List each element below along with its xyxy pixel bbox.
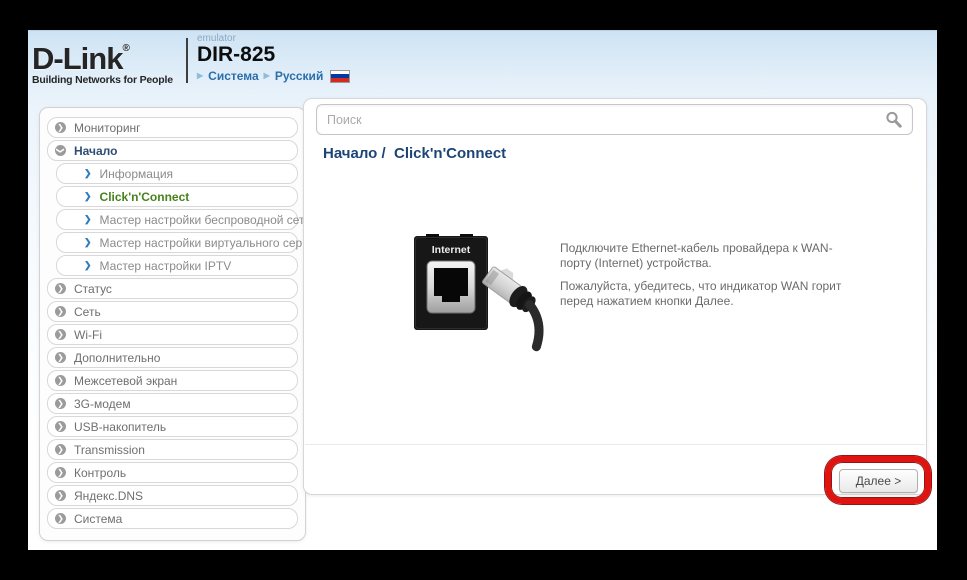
chevron-right-icon: ❯ xyxy=(55,490,66,501)
device-model: DIR-825 xyxy=(197,44,350,66)
chevron-right-icon: ❯ xyxy=(55,421,66,432)
chevron-right-icon: ❯ xyxy=(55,306,66,317)
chevron-right-icon: ❯ xyxy=(55,467,66,478)
sidebar-item-label: 3G-модем xyxy=(74,397,131,411)
sidebar-item-label: Transmission xyxy=(74,443,145,457)
next-button[interactable]: Далее > xyxy=(839,469,918,493)
instruction-paragraph: Подключите Ethernet-кабель провайдера к … xyxy=(560,241,850,271)
instruction-text: Подключите Ethernet-кабель провайдера к … xyxy=(560,241,850,317)
sidebar-item-label: Мастер настройки беспроводной сети xyxy=(100,213,312,227)
header: D-Link® Building Networks for People emu… xyxy=(28,31,937,89)
sidebar-item-label: Яндекс.DNS xyxy=(74,489,143,503)
router-admin-page: D-Link® Building Networks for People emu… xyxy=(28,30,937,550)
sidebar-item-1[interactable]: ❯ Начало xyxy=(47,140,298,161)
sidebar-item-label: Межсетевой экран xyxy=(74,374,177,388)
chevron-right-icon: ❯ xyxy=(55,283,66,294)
sidebar-item-8[interactable]: ❯ Сеть xyxy=(47,301,298,322)
sidebar-item-9[interactable]: ❯ Wi-Fi xyxy=(47,324,298,345)
breadcrumb-arrow-icon: ▶ xyxy=(197,71,203,81)
screen: D-Link® Building Networks for People emu… xyxy=(0,0,967,580)
sidebar-item-7[interactable]: ❯ Статус xyxy=(47,278,298,299)
sidebar-item-5[interactable]: ❯Мастер настройки виртуального сервера xyxy=(56,232,298,253)
sidebar-item-label: Мастер настройки виртуального сервера xyxy=(100,236,329,250)
sidebar-item-16[interactable]: ❯ Яндекс.DNS xyxy=(47,485,298,506)
registered-mark: ® xyxy=(122,43,129,54)
dlink-logo-text: D-Link® xyxy=(32,34,182,74)
port-label: Internet xyxy=(432,244,471,256)
sidebar-item-17[interactable]: ❯ Система xyxy=(47,508,298,529)
chevron-right-icon: ❯ xyxy=(55,398,66,409)
search-box xyxy=(316,104,913,135)
chevron-right-icon: ❯ xyxy=(55,329,66,340)
sidebar-menu: ❯ Мониторинг ❯ Начало ❯ Информация ❯ Click'n'Co… xyxy=(39,107,306,541)
chevron-right-icon: ❯ xyxy=(55,352,66,363)
sidebar-item-label: Начало xyxy=(74,144,117,158)
sidebar-item-label: Click'n'Connect xyxy=(100,190,190,204)
chevron-right-icon: ❯ xyxy=(84,214,92,225)
breadcrumb-arrow-icon: ▶ xyxy=(264,71,270,81)
sidebar-item-label: Wi-Fi xyxy=(74,328,102,342)
header-divider xyxy=(186,38,188,83)
chevron-right-icon: ❯ xyxy=(55,122,66,133)
page-title: Начало / Click'n'Connect xyxy=(323,145,506,162)
breadcrumb-language-link[interactable]: Русский xyxy=(275,69,324,83)
device-title-block: emulator DIR-825 ▶ Система ▶ Русский xyxy=(197,33,350,83)
main-panel: Начало / Click'n'Connect Internet xyxy=(303,98,927,495)
breadcrumb-system-link[interactable]: Система xyxy=(208,69,259,83)
sidebar-item-6[interactable]: ❯ Мастер настройки IPTV xyxy=(56,255,298,276)
sidebar-item-label: Мастер настройки IPTV xyxy=(100,259,232,273)
footer-divider xyxy=(305,444,925,445)
sidebar-item-3[interactable]: ❯ Click'n'Connect xyxy=(56,186,298,207)
sidebar-item-label: Статус xyxy=(74,282,112,296)
sidebar-item-label: Мониторинг xyxy=(74,121,141,135)
russian-flag-icon[interactable] xyxy=(330,70,350,83)
chevron-right-icon: ❯ xyxy=(84,168,92,179)
ethernet-wan-port-image: Internet xyxy=(404,234,559,352)
breadcrumb: ▶ Система ▶ Русский xyxy=(197,69,350,83)
sidebar-item-label: Дополнительно xyxy=(74,351,160,365)
chevron-down-icon: ❯ xyxy=(55,145,66,156)
dlink-logo-tagline: Building Networks for People xyxy=(32,74,182,86)
chevron-right-icon: ❯ xyxy=(55,513,66,524)
instruction-paragraph: Пожалуйста, убедитесь, что индикатор WAN… xyxy=(560,279,850,309)
sidebar-item-label: Информация xyxy=(100,167,173,181)
sidebar-item-15[interactable]: ❯ Контроль xyxy=(47,462,298,483)
chevron-right-icon: ❯ xyxy=(84,237,92,248)
sidebar-item-13[interactable]: ❯ USB-накопитель xyxy=(47,416,298,437)
sidebar-item-label: Система xyxy=(74,512,122,526)
search-icon[interactable] xyxy=(885,111,903,129)
sidebar-item-0[interactable]: ❯ Мониторинг xyxy=(47,117,298,138)
sidebar-item-14[interactable]: ❯ Transmission xyxy=(47,439,298,460)
chevron-right-icon: ❯ xyxy=(84,191,92,202)
search-input[interactable] xyxy=(316,104,913,135)
sidebar-item-label: Контроль xyxy=(74,466,126,480)
dlink-logo[interactable]: D-Link® Building Networks for People xyxy=(32,34,182,86)
sidebar-item-11[interactable]: ❯ Межсетевой экран xyxy=(47,370,298,391)
sidebar-item-12[interactable]: ❯ 3G-модем xyxy=(47,393,298,414)
sidebar-item-label: Сеть xyxy=(74,305,101,319)
chevron-right-icon: ❯ xyxy=(55,375,66,386)
sidebar-item-10[interactable]: ❯ Дополнительно xyxy=(47,347,298,368)
chevron-right-icon: ❯ xyxy=(84,260,92,271)
chevron-right-icon: ❯ xyxy=(55,444,66,455)
sidebar-item-4[interactable]: ❯Мастер настройки беспроводной сети xyxy=(56,209,298,230)
sidebar-item-2[interactable]: ❯ Информация xyxy=(56,163,298,184)
sidebar-item-label: USB-накопитель xyxy=(74,420,166,434)
